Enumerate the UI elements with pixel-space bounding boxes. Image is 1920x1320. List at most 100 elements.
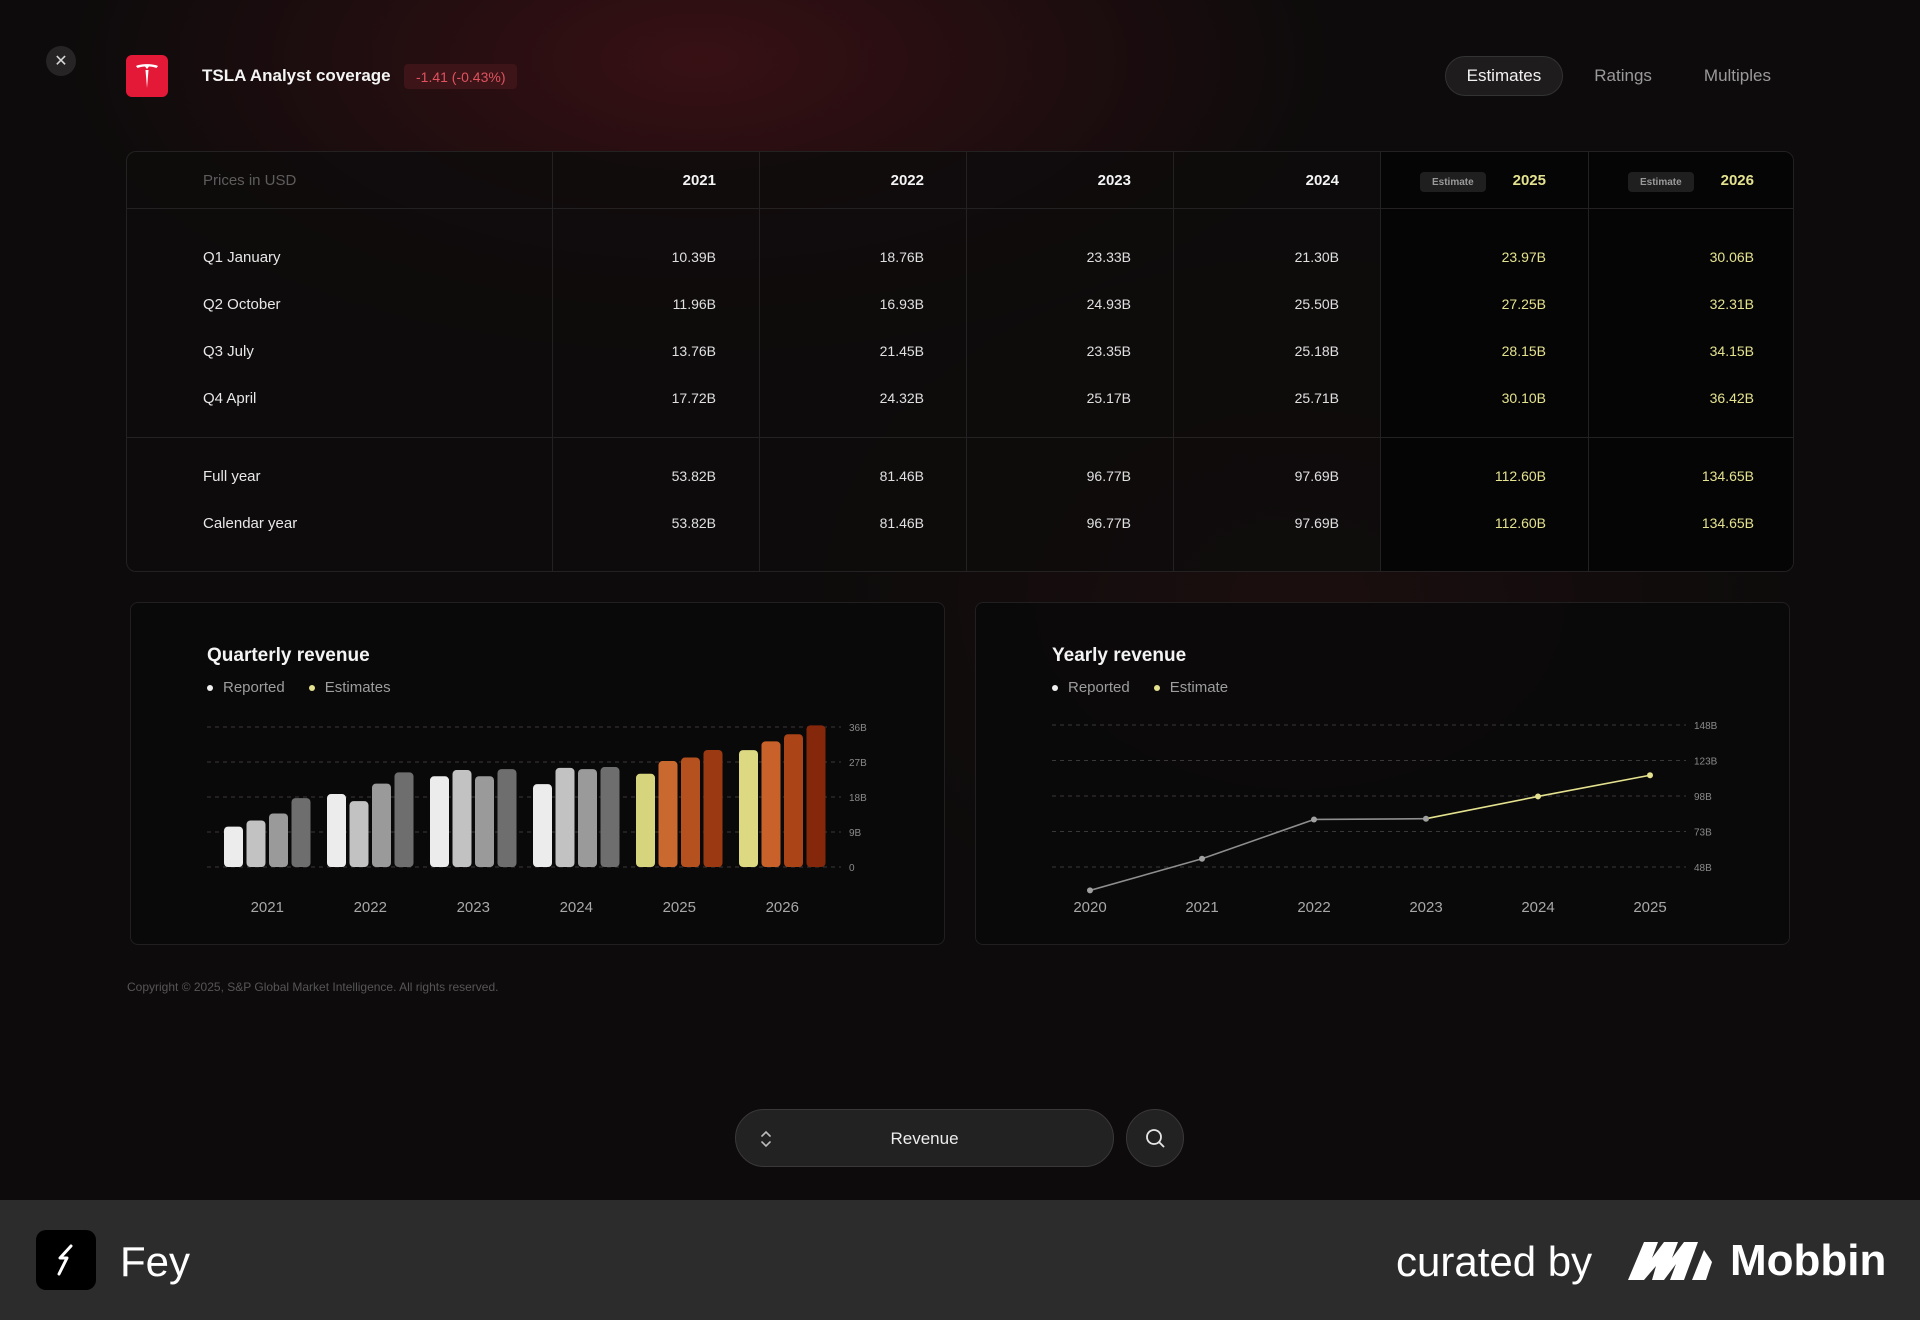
table-cell: 53.82B [671,515,716,531]
point-2024 [1535,793,1541,800]
search-button[interactable] [1126,1109,1184,1167]
column-header-2022: 2022 [890,172,924,189]
tab-estimates[interactable]: Estimates [1444,56,1564,96]
line-segment [1537,774,1651,798]
fey-logo-icon [36,1230,96,1290]
column-divider [966,152,967,571]
x-tick-label: 2024 [1521,899,1554,916]
x-tick-label: 2022 [1297,899,1330,916]
table-cell: 18.76B [879,249,924,265]
column-divider [1173,152,1174,571]
point-2022 [1311,816,1317,823]
y-tick-label: 48B [1694,863,1712,874]
column-header-2023: 2023 [1097,172,1131,189]
row-divider [127,437,1793,438]
table-cell: 30.06B [1709,249,1754,265]
app-window: ✕ TSLA Analyst coverage -1.41 (-0.43%) E… [0,0,1920,1200]
bar-2022-Q1 [327,794,346,867]
table-cell: 25.71B [1294,390,1339,406]
tab-multiples[interactable]: Multiples [1683,56,1792,96]
point-2025 [1647,772,1653,779]
table-cell: 17.72B [671,390,716,406]
bar-2025-Q3 [681,757,700,867]
footer-banner: Fey curated by Mobbin [0,1200,1920,1320]
table-cell: 97.69B [1294,468,1339,484]
x-tick-label: 2025 [663,899,696,916]
bar-2025-Q4 [703,749,723,867]
table-cell: 21.45B [879,343,924,359]
search-icon [1146,1129,1165,1148]
row-label: Q2 October [203,296,281,313]
x-tick-label: 2021 [251,899,284,916]
bar-2021-Q3 [269,813,288,867]
bar-2022-Q2 [349,801,369,867]
price-change-badge: -1.41 (-0.43%) [404,64,518,89]
mobbin-logo-icon [1628,1242,1712,1280]
page-title: TSLA Analyst coverage [202,66,391,85]
table-cell: 25.18B [1294,343,1339,359]
metric-selector[interactable]: Revenue [735,1109,1114,1167]
bar-2024-Q4 [600,767,620,867]
point-2021 [1199,855,1205,862]
tab-ratings[interactable]: Ratings [1573,56,1673,96]
line-segment [1089,857,1203,892]
view-tabs: Estimates Ratings Multiples [1444,56,1792,96]
row-label: Q3 July [203,343,254,360]
y-tick-label: 18B [849,793,867,804]
bar-2025-Q2 [658,761,678,867]
bar-2026-Q2 [761,741,781,867]
quarterly-revenue-chart: Quarterly revenue Reported Estimates 0 9B… [130,602,945,945]
table-cell: 27.25B [1501,296,1546,312]
table-cell: 24.32B [879,390,924,406]
bar-2024-Q1 [533,784,552,867]
line-chart-svg: 48B 73B 98B 123B 148B 2020 2021 2022 2023 2024 202… [1052,721,1718,916]
y-tick-label: 98B [1694,792,1712,803]
line-segment [1201,818,1315,860]
row-label: Calendar year [203,515,298,532]
estimate-column-bg [1380,152,1588,571]
estimate-column-bg [1588,152,1793,571]
table-cell: 23.33B [1086,249,1131,265]
bar-2021-Q4 [291,798,311,867]
y-tick-label: 36B [849,723,867,734]
close-button[interactable]: ✕ [46,46,76,76]
bar-2025-Q1 [636,773,655,867]
bar-2023-Q2 [452,770,472,867]
x-tick-label: 2023 [457,899,490,916]
bar-2021-Q1 [224,826,243,867]
bar-2021-Q2 [246,820,266,867]
line-segment [1425,795,1539,820]
point-2023 [1423,815,1429,822]
estimates-table: Prices in USD 2021 2022 2023 2024 2025 Estimat… [126,151,1794,572]
table-cell: 30.10B [1501,390,1546,406]
bar-2024-Q2 [555,767,575,867]
row-label: Q1 January [203,249,281,266]
bar-chart-svg: 0 9B 18B 27B 36B 2021 2022 2023 2024 2025 2026 [207,723,867,916]
bar-2026-Q3 [784,734,803,867]
table-cell: 134.65B [1701,515,1754,531]
table-cell: 81.46B [879,468,924,484]
table-cell: 53.82B [671,468,716,484]
app-name: Fey [120,1238,191,1285]
x-tick-label: 2021 [1185,899,1218,916]
bar-2023-Q3 [475,776,494,867]
table-cell: 11.96B [672,296,716,312]
estimate-chip: Estimate [1420,172,1486,192]
y-tick-label: 27B [849,758,867,769]
bar-2022-Q4 [394,772,414,867]
table-cell: 96.77B [1086,468,1131,484]
point-2020 [1087,887,1093,894]
table-cell: 24.93B [1086,296,1131,312]
x-tick-label: 2023 [1409,899,1442,916]
x-tick-label: 2020 [1073,899,1106,916]
table-cell: 25.17B [1086,390,1131,406]
row-label: Full year [203,468,261,485]
curated-by-text: curated by [1396,1238,1593,1285]
table-cell: 16.93B [879,296,924,312]
bar-2023-Q1 [430,776,449,867]
column-divider [552,152,553,571]
column-divider [759,152,760,571]
table-cell: 28.15B [1501,343,1546,359]
bar-2026-Q1 [739,750,758,867]
column-divider [1588,152,1589,571]
